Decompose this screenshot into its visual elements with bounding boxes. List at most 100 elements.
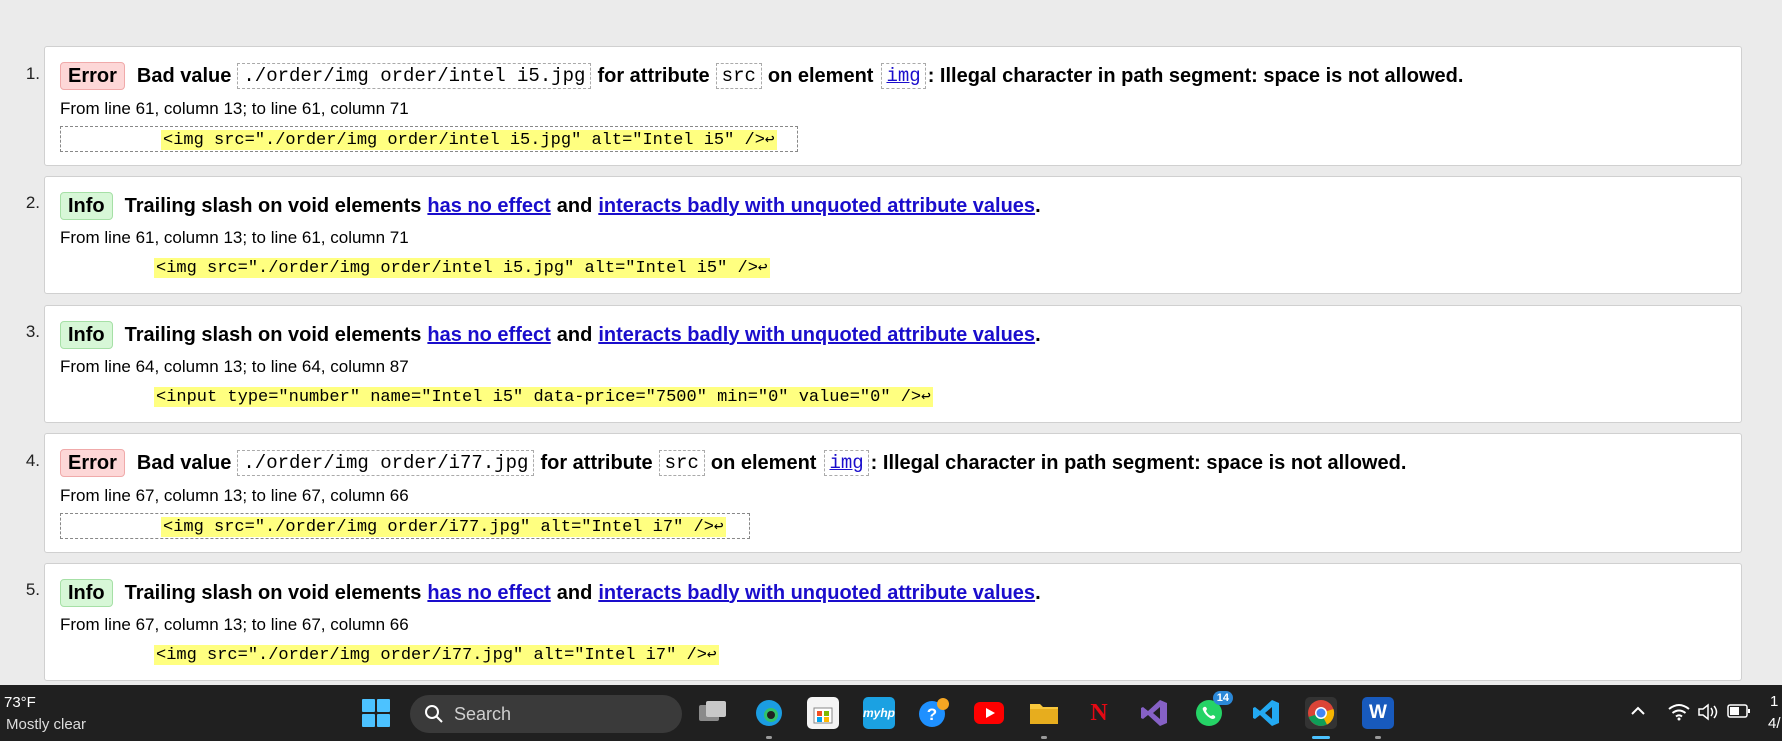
return-icon: ↩ (757, 259, 768, 277)
message-mid-text: for attribute (540, 451, 653, 474)
message-text: Error Bad value ./order/img order/intel … (60, 61, 1463, 91)
running-indicator (766, 736, 772, 739)
info-message: Info Trailing slash on void elements has… (44, 563, 1742, 681)
netflix-icon[interactable]: N (1083, 697, 1115, 729)
return-icon: ↩ (713, 518, 724, 536)
location-text: From line 61, column 13; to line 61, col… (60, 228, 409, 247)
message-text: Info Trailing slash on void elements has… (60, 320, 1041, 350)
windows-icon (362, 699, 390, 727)
message-mid-text: for attribute (597, 64, 710, 87)
svg-text:?: ? (927, 705, 937, 724)
extract-code: <img src="./order/img order/intel i5.jpg… (163, 131, 765, 150)
error-badge: Error (60, 449, 125, 477)
info-badge: Info (60, 321, 113, 349)
whatsapp-icon[interactable]: 14 (1193, 691, 1233, 729)
active-indicator (1312, 736, 1330, 739)
has-no-effect-link[interactable]: has no effect (427, 195, 550, 218)
search-label: Search (454, 704, 512, 724)
clock-time[interactable]: 1 (1770, 693, 1778, 710)
message-prefix: Bad value (136, 64, 232, 87)
volume-icon[interactable] (1697, 703, 1719, 726)
message-number: 4. (25, 451, 40, 470)
message-prefix: Trailing slash on void elements (124, 581, 422, 604)
chrome-icon[interactable] (1305, 697, 1337, 729)
interacts-badly-link[interactable]: interacts badly with unquoted attribute … (598, 582, 1035, 605)
message-mid-text: on element (767, 64, 874, 87)
youtube-icon[interactable] (973, 697, 1005, 729)
start-button[interactable] (360, 697, 392, 729)
visual-studio-icon[interactable] (1138, 697, 1170, 729)
message-mid-text: and (556, 323, 593, 346)
interacts-badly-link[interactable]: interacts badly with unquoted attribute … (598, 324, 1035, 347)
windows-taskbar: 73°F Mostly clear Search myhp ? N 14 W 1… (0, 685, 1782, 741)
has-no-effect-link[interactable]: has no effect (427, 324, 550, 347)
bad-value-code: ./order/img order/i77.jpg (237, 450, 535, 476)
interacts-badly-link[interactable]: interacts badly with unquoted attribute … (598, 195, 1035, 218)
wifi-icon[interactable] (1668, 703, 1690, 726)
code-extract: <img src="./order/img order/i77.jpg" alt… (60, 642, 760, 668)
info-message: Info Trailing slash on void elements has… (44, 176, 1742, 294)
extract-code: <input type="number" name="Intel i5" dat… (156, 388, 922, 407)
attribute-code: src (715, 63, 762, 89)
extract-code: <img src="./order/img order/intel i5.jpg… (156, 259, 758, 278)
element-link[interactable]: img (824, 450, 869, 476)
has-no-effect-link[interactable]: has no effect (427, 582, 550, 605)
code-extract: <img src="./order/img order/intel i5.jpg… (60, 255, 800, 281)
location-text: From line 67, column 13; to line 67, col… (60, 615, 409, 634)
message-number: 5. (25, 580, 40, 599)
help-icon[interactable]: ? (918, 697, 950, 729)
return-icon: ↩ (764, 131, 775, 149)
message-mid-text: on element (710, 451, 817, 474)
message-prefix: Trailing slash on void elements (124, 323, 422, 346)
code-extract: <input type="number" name="Intel i5" dat… (60, 384, 960, 410)
battery-icon[interactable] (1727, 703, 1751, 724)
running-indicator (1041, 736, 1047, 739)
message-suffix: : Illegal character in path segment: spa… (927, 64, 1464, 87)
bad-value-code: ./order/img order/intel i5.jpg (237, 63, 592, 89)
task-view-icon[interactable] (697, 697, 729, 729)
vscode-icon[interactable] (1250, 697, 1282, 729)
location-text: From line 67, column 13; to line 67, col… (60, 486, 409, 505)
code-extract: <img src="./order/img order/intel i5.jpg… (60, 126, 798, 152)
file-explorer-icon[interactable] (1028, 697, 1060, 729)
weather-temp: 73°F (4, 694, 36, 711)
taskbar-search[interactable]: Search (410, 695, 682, 733)
extract-code: <img src="./order/img order/i77.jpg" alt… (156, 646, 707, 665)
weather-text: Mostly clear (6, 716, 87, 733)
message-prefix: Trailing slash on void elements (124, 194, 422, 217)
element-link[interactable]: img (881, 63, 926, 89)
code-extract: <img src="./order/img order/i77.jpg" alt… (60, 513, 750, 539)
message-prefix: Bad value (136, 451, 232, 474)
message-suffix: . (1035, 581, 1041, 604)
edge-icon[interactable] (753, 697, 785, 729)
message-number: 1. (25, 64, 40, 83)
message-mid-text: and (556, 581, 593, 604)
myhp-icon[interactable]: myhp (863, 697, 895, 729)
clock-date[interactable]: 4/ (1768, 715, 1781, 732)
message-text: Info Trailing slash on void elements has… (60, 578, 1041, 608)
error-message: Error Bad value ./order/img order/i77.jp… (44, 433, 1742, 553)
message-mid-text: and (556, 194, 593, 217)
word-icon[interactable]: W (1362, 697, 1394, 729)
return-icon: ↩ (706, 646, 717, 664)
validator-results: 1. Error Bad value ./order/img order/int… (0, 0, 1782, 685)
error-message: Error Bad value ./order/img order/intel … (44, 46, 1742, 166)
chevron-up-icon[interactable] (1630, 703, 1646, 724)
message-text: Error Bad value ./order/img order/i77.jp… (60, 448, 1406, 478)
message-suffix: . (1035, 194, 1041, 217)
store-icon[interactable] (807, 697, 839, 729)
error-badge: Error (60, 62, 125, 90)
location-text: From line 61, column 13; to line 61, col… (60, 99, 409, 118)
message-text: Info Trailing slash on void elements has… (60, 191, 1041, 221)
extract-code: <img src="./order/img order/i77.jpg" alt… (163, 518, 714, 537)
location-text: From line 64, column 13; to line 64, col… (60, 357, 409, 376)
notification-badge: 14 (1212, 691, 1233, 705)
info-badge: Info (60, 579, 113, 607)
message-number: 2. (25, 193, 40, 212)
info-message: Info Trailing slash on void elements has… (44, 305, 1742, 423)
info-badge: Info (60, 192, 113, 220)
message-suffix: : Illegal character in path segment: spa… (870, 451, 1407, 474)
message-suffix: . (1035, 323, 1041, 346)
return-icon: ↩ (921, 388, 931, 406)
attribute-code: src (658, 450, 705, 476)
